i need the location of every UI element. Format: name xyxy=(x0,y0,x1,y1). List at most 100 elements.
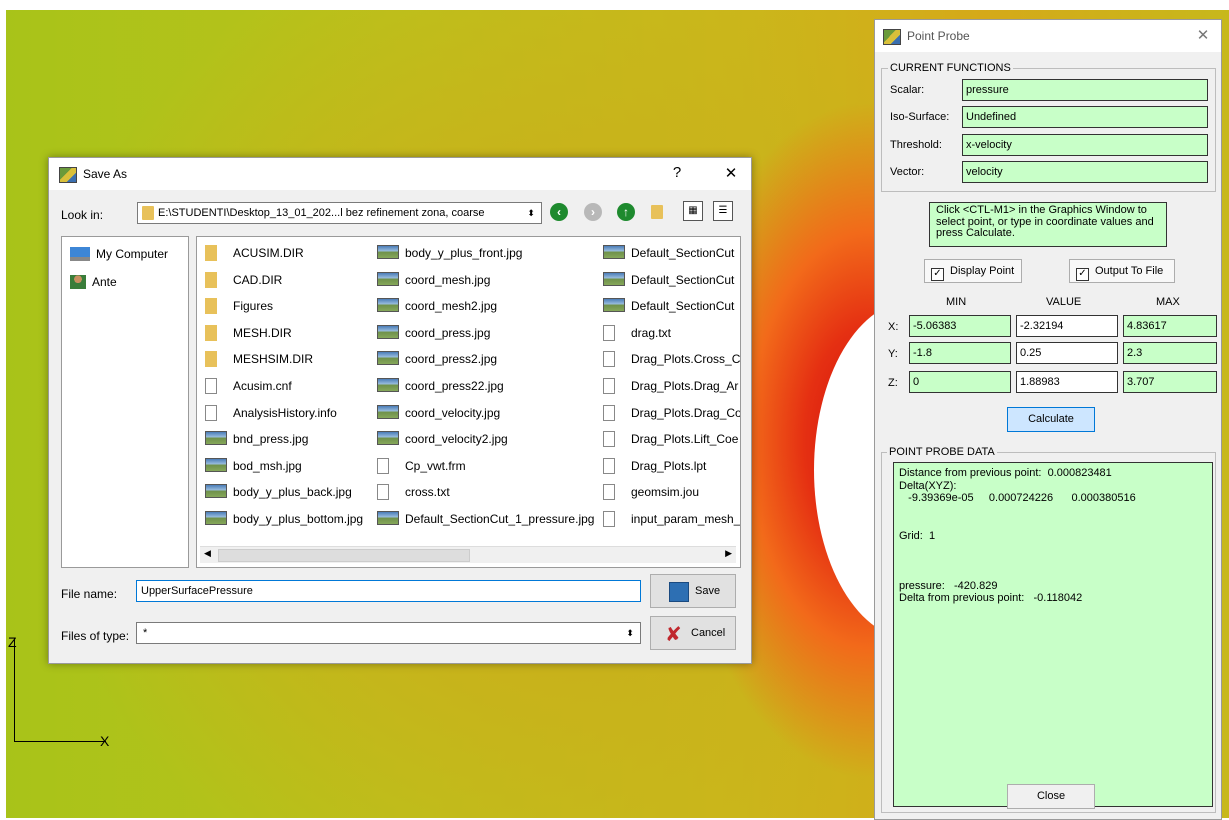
scalar-field[interactable]: pressure xyxy=(962,79,1208,101)
image-file-icon xyxy=(377,511,399,525)
file-name: Default_SectionCut xyxy=(631,299,735,314)
cancel-label: Cancel xyxy=(691,627,726,639)
dropdown-arrow-icon: ⬍ xyxy=(626,628,634,638)
file-name: body_y_plus_back.jpg xyxy=(233,485,352,500)
threshold-label: Threshold: xyxy=(890,139,942,151)
file-name: coord_velocity.jpg xyxy=(405,405,501,420)
dropdown-arrow-icon: ⬍ xyxy=(527,208,535,218)
scalar-label: Scalar: xyxy=(890,84,925,96)
new-folder-icon[interactable] xyxy=(651,205,663,219)
instructions-text: Click <CTL-M1> in the Graphics Window to… xyxy=(929,202,1167,247)
sidebar-item-label: Ante xyxy=(92,275,117,289)
image-file-icon xyxy=(377,298,399,313)
z-min-field: 0 xyxy=(909,371,1011,393)
folder-icon xyxy=(205,324,217,341)
file-name-input[interactable]: UpperSurfacePressure xyxy=(136,580,641,602)
z-axis-row-label: Z: xyxy=(888,377,898,389)
file-name: coord_press22.jpg xyxy=(405,379,504,393)
document-icon xyxy=(205,378,217,394)
image-file-icon xyxy=(205,457,227,472)
up-folder-icon[interactable]: ↑ xyxy=(617,203,635,221)
sidebar-item-ante[interactable]: Ante xyxy=(70,275,117,289)
x-value-input[interactable]: -2.32194 xyxy=(1016,315,1118,337)
back-icon[interactable]: ‹ xyxy=(550,203,568,221)
file-name: ACUSIM.DIR xyxy=(233,246,304,260)
current-functions-title: CURRENT FUNCTIONS xyxy=(888,62,1013,74)
help-button[interactable]: ? xyxy=(667,164,687,181)
folder-icon xyxy=(205,351,217,368)
max-header: MAX xyxy=(1156,296,1180,308)
file-name-label: File name: xyxy=(61,587,118,601)
scroll-thumb[interactable] xyxy=(218,549,470,562)
scroll-right-icon[interactable]: ▶ xyxy=(725,548,732,559)
file-type-combo[interactable]: * ⬍ xyxy=(136,622,641,644)
image-file-icon xyxy=(377,245,399,259)
threshold-field[interactable]: x-velocity xyxy=(962,134,1208,156)
iso-surface-field[interactable]: Undefined xyxy=(962,106,1208,128)
image-file-icon xyxy=(377,404,399,419)
file-name: CAD.DIR xyxy=(233,272,283,287)
output-to-file-checkbox[interactable]: ✓ Output To File xyxy=(1069,259,1175,283)
sidebar-item-my-computer[interactable]: My Computer xyxy=(70,247,168,261)
detail-view-icon[interactable]: ☰ xyxy=(713,201,733,221)
close-button[interactable]: Close xyxy=(1007,784,1095,809)
vector-label: Vector: xyxy=(890,166,925,178)
file-name: Acusim.cnf xyxy=(233,379,292,393)
file-name: Drag_Plots.Cross_C xyxy=(631,352,741,367)
close-button[interactable]: ✕ xyxy=(721,164,741,182)
image-file-icon xyxy=(603,271,625,286)
document-icon xyxy=(603,484,615,501)
y-min-field: -1.8 xyxy=(909,342,1011,364)
folder-icon xyxy=(142,206,154,220)
cancel-button[interactable]: ✘ Cancel xyxy=(650,616,736,650)
x-axis-row-label: X: xyxy=(888,321,899,333)
look-in-path: E:\STUDENTI\Desktop_13_01_202...l bez re… xyxy=(158,207,485,219)
file-name: coord_press.jpg xyxy=(405,325,491,340)
vector-field[interactable]: velocity xyxy=(962,161,1208,183)
file-name: coord_press2.jpg xyxy=(405,352,498,367)
image-file-icon xyxy=(205,431,227,446)
look-in-label: Look in: xyxy=(61,208,104,222)
folder-icon xyxy=(205,271,217,288)
image-file-icon xyxy=(377,324,399,339)
document-icon xyxy=(603,351,615,368)
probe-close-x-icon[interactable]: ✕ xyxy=(1193,26,1213,44)
y-value-input[interactable]: 0.25 xyxy=(1016,342,1118,364)
x-min-field: -5.06383 xyxy=(909,315,1011,337)
app-icon xyxy=(883,29,901,45)
display-point-label: Display Point xyxy=(950,265,1015,277)
file-name: Drag_Plots.Lift_Coe xyxy=(631,432,739,447)
image-file-icon xyxy=(205,484,227,499)
y-axis-row-label: Y: xyxy=(888,348,898,360)
document-icon xyxy=(603,404,615,421)
document-icon xyxy=(603,431,615,448)
x-max-field: 4.83617 xyxy=(1123,315,1217,337)
file-name: Drag_Plots.Drag_Co xyxy=(631,405,741,420)
look-in-combo[interactable]: E:\STUDENTI\Desktop_13_01_202...l bez re… xyxy=(137,202,542,224)
file-name: Drag_Plots.Drag_Ar xyxy=(631,379,739,393)
file-name: coord_mesh.jpg xyxy=(405,272,491,287)
file-name: body_y_plus_front.jpg xyxy=(405,246,523,260)
save-button[interactable]: Save xyxy=(650,574,736,608)
file-type-label: Files of type: xyxy=(61,629,130,643)
file-name: body_y_plus_bottom.jpg xyxy=(233,512,364,526)
floppy-icon xyxy=(669,582,689,602)
folder-icon xyxy=(205,245,217,261)
file-name: coord_mesh2.jpg xyxy=(405,299,498,314)
y-max-field: 2.3 xyxy=(1123,342,1217,364)
file-name: drag.txt xyxy=(631,325,672,340)
image-file-icon xyxy=(377,351,399,366)
scroll-left-icon[interactable]: ◀ xyxy=(204,548,211,559)
file-name: Cp_vwt.frm xyxy=(405,458,466,473)
horizontal-scrollbar[interactable]: ◀ ▶ xyxy=(200,546,736,563)
z-max-field: 3.707 xyxy=(1123,371,1217,393)
calculate-button[interactable]: Calculate xyxy=(1007,407,1095,432)
file-name: geomsim.jou xyxy=(631,485,700,500)
z-value-input[interactable]: 1.88983 xyxy=(1016,371,1118,393)
document-icon xyxy=(603,511,615,527)
list-view-icon[interactable]: ▦ xyxy=(683,201,703,221)
probe-titlebar: Point Probe ✕ xyxy=(875,20,1221,52)
display-point-checkbox[interactable]: ✓ Display Point xyxy=(924,259,1022,283)
forward-icon[interactable]: › xyxy=(584,203,602,221)
cancel-x-icon: ✘ xyxy=(665,624,682,646)
